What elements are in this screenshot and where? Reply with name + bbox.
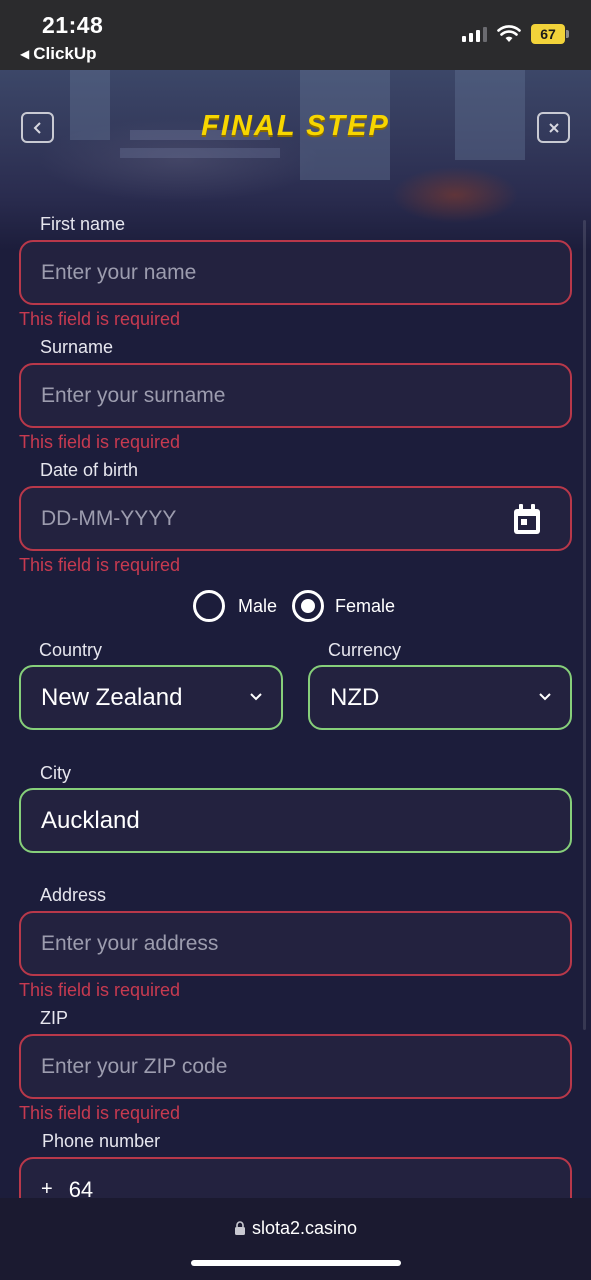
country-label: Country <box>39 640 103 660</box>
surname-placeholder: Enter your surname <box>41 383 226 407</box>
close-icon <box>548 122 559 133</box>
page-title: FINAL STEP <box>201 110 390 142</box>
back-to-app-link[interactable]: ◀ ClickUp <box>20 44 97 64</box>
address-input[interactable]: Enter your address <box>19 911 572 976</box>
gender-radio-female[interactable] <box>292 590 324 622</box>
surname-input[interactable]: Enter your surname <box>19 363 572 428</box>
first-name-placeholder: Enter your name <box>41 260 197 284</box>
dob-input[interactable]: DD-MM-YYYY <box>19 486 572 551</box>
surname-label: Surname <box>40 337 114 357</box>
gender-radio-male[interactable] <box>193 590 225 622</box>
back-app-label: ClickUp <box>33 44 97 63</box>
zip-input[interactable]: Enter your ZIP code <box>19 1034 572 1099</box>
address-label: Address <box>40 885 107 905</box>
cellular-signal-icon <box>462 26 487 42</box>
gender-label-female[interactable]: Female <box>335 596 395 617</box>
calendar-icon[interactable] <box>512 504 542 536</box>
back-triangle-icon: ◀ <box>20 47 30 61</box>
first-name-label: First name <box>40 214 126 234</box>
zip-error: This field is required <box>19 1103 181 1123</box>
surname-error: This field is required <box>19 432 181 452</box>
chevron-down-icon <box>250 693 262 701</box>
scrollbar[interactable] <box>583 220 586 1030</box>
dob-placeholder: DD-MM-YYYY <box>41 506 177 530</box>
chevron-down-icon <box>539 693 551 701</box>
gender-radio-group: Male Female <box>0 588 591 624</box>
zip-placeholder: Enter your ZIP code <box>41 1054 228 1078</box>
lock-icon <box>234 1221 245 1235</box>
status-time: 21:48 <box>42 12 104 38</box>
first-name-input[interactable]: Enter your name <box>19 240 572 305</box>
zip-label: ZIP <box>40 1008 69 1028</box>
phone-label: Phone number <box>42 1131 161 1151</box>
wifi-icon <box>497 25 521 42</box>
status-bar: 21:48 ◀ ClickUp 67 <box>0 0 591 70</box>
first-name-error: This field is required <box>19 309 181 329</box>
address-error: This field is required <box>19 980 181 1000</box>
dob-label: Date of birth <box>40 460 139 480</box>
url-text: slota2.casino <box>251 1218 358 1238</box>
currency-select[interactable]: NZD <box>308 665 572 730</box>
address-placeholder: Enter your address <box>41 931 219 955</box>
home-indicator[interactable] <box>191 1260 401 1266</box>
status-icons: 67 <box>462 24 569 44</box>
country-select[interactable]: New Zealand <box>19 665 283 730</box>
url-display[interactable]: slota2.casino <box>0 1218 591 1239</box>
city-value: Auckland <box>41 806 140 834</box>
country-value: New Zealand <box>41 683 183 711</box>
city-label: City <box>40 763 71 783</box>
city-input[interactable]: Auckland <box>19 788 572 853</box>
battery-level: 67 <box>531 24 565 44</box>
dob-error: This field is required <box>19 555 181 575</box>
close-button[interactable] <box>537 112 570 143</box>
currency-label: Currency <box>328 640 402 660</box>
currency-value: NZD <box>330 683 380 711</box>
battery-icon: 67 <box>531 24 569 44</box>
browser-address-bar[interactable]: slota2.casino <box>0 1198 591 1280</box>
gender-label-male[interactable]: Male <box>238 596 277 617</box>
